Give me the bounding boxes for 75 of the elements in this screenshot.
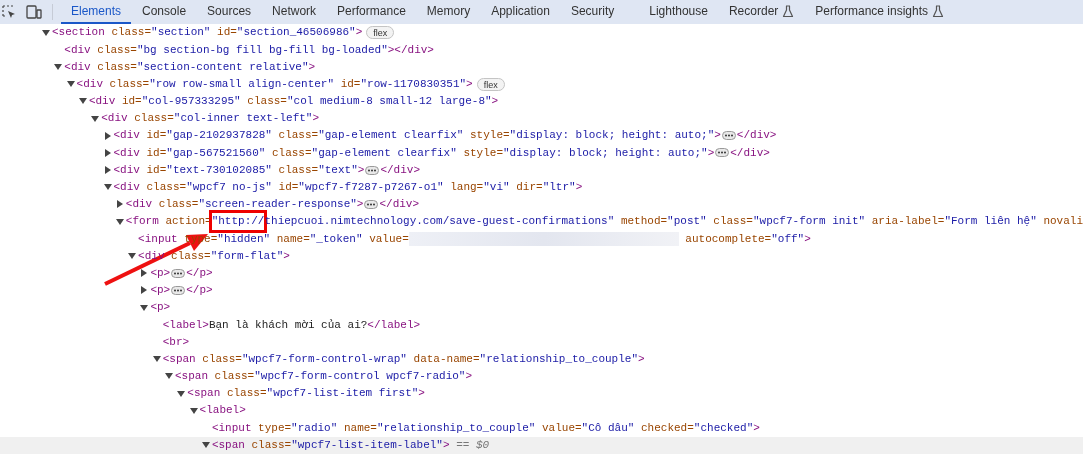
expanded-triangle-icon[interactable] bbox=[177, 389, 186, 398]
code-text: <div class="form-flat"> bbox=[138, 248, 290, 264]
collapsed-triangle-icon[interactable] bbox=[140, 269, 149, 278]
expanded-triangle-icon[interactable] bbox=[115, 217, 124, 226]
code-text: <div class="bg section-bg fill bg-fill bg-loaded"></div> bbox=[64, 42, 434, 58]
panel-tab[interactable]: Application bbox=[481, 0, 560, 24]
panel-tab[interactable]: Memory bbox=[416, 0, 481, 24]
code-text: <section class="section" id="section_46506986"> bbox=[52, 25, 363, 41]
code-text: </p> bbox=[186, 265, 213, 281]
code-text: <div id="gap-2102937828" class="gap-element clearfix" style="display: block; height: auto;"> bbox=[113, 128, 721, 144]
expanded-triangle-icon[interactable] bbox=[78, 97, 87, 106]
expanded-triangle-icon[interactable] bbox=[201, 441, 210, 450]
code-text: <br> bbox=[162, 334, 190, 350]
code-text: autocomplete="off"> bbox=[684, 231, 811, 247]
code-text: <p> bbox=[150, 300, 171, 316]
selected-tree-row[interactable]: <span class="wpcf7-list-item-label"> == $0 bbox=[0, 436, 1083, 454]
code-text: <div class="row row-small align-center" id="row-1170830351"> bbox=[76, 76, 473, 92]
expanded-triangle-icon[interactable] bbox=[165, 372, 173, 381]
code-text: <input type="radio" name="relationship_to_couple" value="Cô dâu" checked="checked"> bbox=[211, 420, 760, 436]
code-text: <div id="col-957333295" class="col medium-8 small-12 large-8"> bbox=[88, 94, 499, 110]
expanded-triangle-icon[interactable] bbox=[91, 114, 100, 123]
code-text: <span class="wpcf7-form-control-wrap" data-name="relationship_to_couple"> bbox=[162, 351, 645, 367]
code-text: <div class="wpcf7 no-js" id="wpcf7-f7287-p7267-o1" lang="vi" dir="ltr"> bbox=[113, 180, 583, 196]
code-text: </div> bbox=[730, 145, 770, 161]
code-text: </p> bbox=[186, 283, 213, 299]
code-text: <div class="screen-reader-response"> bbox=[125, 197, 364, 213]
code-text: <div class="section-content relative"> bbox=[64, 59, 316, 75]
panel-tab[interactable]: Performance insights bbox=[805, 0, 955, 24]
code-text: <span class="wpcf7-list-item-label"> == $0 bbox=[211, 437, 490, 453]
code-text: <div id="text-730102085" class="text"> bbox=[113, 162, 365, 178]
expanded-triangle-icon[interactable] bbox=[66, 80, 75, 89]
code-text: </div> bbox=[380, 162, 420, 178]
expanded-triangle-icon[interactable] bbox=[103, 183, 112, 192]
ellipsis-icon[interactable] bbox=[364, 199, 379, 209]
expanded-triangle-icon[interactable] bbox=[54, 62, 63, 71]
ellipsis-icon[interactable] bbox=[715, 148, 730, 158]
element-picker-icon[interactable] bbox=[2, 5, 16, 19]
collapsed-triangle-icon[interactable] bbox=[103, 166, 112, 175]
expanded-triangle-icon[interactable] bbox=[128, 252, 137, 261]
device-toolbar-icon[interactable] bbox=[26, 5, 42, 19]
expanded-triangle-icon[interactable] bbox=[42, 28, 50, 37]
code-text: </div> bbox=[379, 197, 420, 213]
panel-tab[interactable]: Lighthouse bbox=[639, 0, 718, 24]
panel-tab[interactable]: Console bbox=[132, 0, 197, 24]
collapsed-triangle-icon[interactable] bbox=[140, 286, 149, 295]
ellipsis-icon[interactable] bbox=[721, 131, 736, 141]
code-text: <span class="wpcf7-list-item first"> bbox=[187, 386, 425, 402]
code-text: <label> bbox=[199, 403, 246, 419]
collapsed-triangle-icon[interactable] bbox=[115, 200, 124, 209]
code-text: <div class="col-inner text-left"> bbox=[101, 111, 320, 127]
panel-tab[interactable]: Security bbox=[560, 0, 625, 24]
collapsed-triangle-icon[interactable] bbox=[103, 148, 112, 157]
panel-tab[interactable]: Performance bbox=[327, 0, 416, 24]
collapsed-triangle-icon[interactable] bbox=[103, 131, 112, 140]
code-text: <input type="hidden" name="_token" value= bbox=[138, 231, 409, 247]
ellipsis-icon[interactable] bbox=[171, 285, 186, 295]
ellipsis-icon[interactable] bbox=[365, 165, 380, 175]
code-text: <p> bbox=[150, 265, 171, 281]
panel-tab[interactable]: Recorder bbox=[718, 0, 805, 24]
highlight-box: "http:// bbox=[211, 213, 265, 230]
flex-badge[interactable]: flex bbox=[366, 26, 395, 40]
code-text: <label>Bạn là khách mời của ai?</label> bbox=[162, 317, 421, 333]
panel-tab[interactable]: Sources bbox=[197, 0, 262, 24]
expanded-triangle-icon[interactable] bbox=[152, 355, 161, 364]
panel-tab[interactable]: Network bbox=[262, 0, 327, 24]
code-text: <p> bbox=[150, 283, 171, 299]
expanded-triangle-icon[interactable] bbox=[189, 406, 198, 415]
ellipsis-icon[interactable] bbox=[171, 268, 186, 278]
code-text: </div> bbox=[736, 128, 777, 144]
flex-badge[interactable]: flex bbox=[476, 77, 505, 91]
code-text: <span class="wpcf7-form-control wpcf7-radio"> bbox=[175, 369, 473, 385]
panel-tab[interactable]: Elements bbox=[61, 0, 132, 24]
code-text: <form action= bbox=[125, 214, 212, 230]
expanded-triangle-icon[interactable] bbox=[140, 303, 149, 312]
code-text: <div id="gap-567521560" class="gap-element clearfix" style="display: block; height: auto;"> bbox=[113, 145, 715, 161]
